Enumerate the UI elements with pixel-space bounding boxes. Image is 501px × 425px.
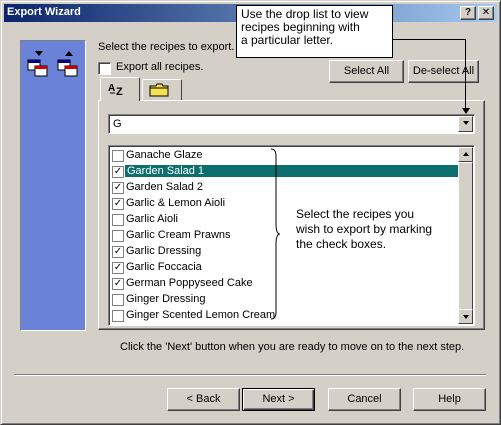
- checkbox-annotation: Select the recipes you wish to export by…: [296, 207, 432, 252]
- export-all-checkbox[interactable]: [98, 62, 111, 75]
- close-button[interactable]: ✕: [478, 6, 494, 20]
- callout-arrow-icon: [462, 108, 470, 114]
- help-button[interactable]: Help: [413, 388, 486, 411]
- scroll-down-icon: [463, 315, 469, 319]
- letter-filter-combo[interactable]: G: [108, 114, 475, 134]
- recipe-name: Garden Salad 2: [126, 181, 204, 193]
- callout-line-3: a particular letter.: [241, 33, 334, 47]
- scroll-up-icon: [463, 152, 469, 156]
- recipe-name: Ganache Glaze: [126, 149, 203, 161]
- footer-separator: [14, 374, 486, 376]
- recipe-name: Garlic Cream Prawns: [126, 229, 231, 241]
- export-all-label[interactable]: Export all recipes.: [116, 61, 203, 73]
- recipe-checkbox[interactable]: ✓: [112, 246, 124, 258]
- annotation-brace: [270, 148, 280, 320]
- dropdown-button[interactable]: [458, 116, 473, 132]
- list-item[interactable]: Ginger Dressing: [111, 292, 460, 308]
- scroll-down-button[interactable]: [458, 309, 473, 324]
- export-down-icon: [27, 51, 48, 77]
- folder-icon: [149, 83, 169, 97]
- list-item[interactable]: ✓ Garden Salad 1: [111, 164, 460, 180]
- list-item[interactable]: Ganache Glaze: [111, 148, 460, 164]
- next-hint-label: Click the 'Next' button when you are rea…: [120, 341, 465, 353]
- droplist-callout: Use the drop list to view recipes beginn…: [236, 5, 393, 58]
- annotation-line-2: wish to export by marking: [296, 222, 433, 236]
- wizard-side-panel: [20, 40, 86, 331]
- recipe-checkbox[interactable]: ✓: [112, 262, 124, 274]
- recipe-name: Ginger Scented Lemon Cream: [126, 309, 276, 321]
- callout-pointer-v: [465, 39, 466, 111]
- list-scrollbar[interactable]: [458, 147, 473, 324]
- annotation-line-3: the check boxes.: [296, 237, 387, 251]
- callout-pointer-h: [393, 39, 466, 40]
- recipe-checkbox[interactable]: ✓: [112, 182, 124, 194]
- recipe-name: Garden Salad 1: [125, 165, 460, 177]
- recipe-checkbox[interactable]: ✓: [112, 166, 124, 178]
- recipe-name: Garlic Foccacia: [126, 261, 202, 273]
- recipe-checkbox[interactable]: [112, 230, 124, 242]
- recipe-checkbox[interactable]: [112, 214, 124, 226]
- recipe-checkbox[interactable]: [112, 310, 124, 322]
- scroll-up-button[interactable]: [458, 147, 473, 162]
- select-recipes-label: Select the recipes to export.: [98, 41, 235, 53]
- svg-text:A: A: [108, 83, 115, 94]
- recipe-checkbox[interactable]: ✓: [112, 198, 124, 210]
- scroll-thumb[interactable]: [458, 162, 473, 310]
- recipe-name: Garlic Aioli: [126, 213, 178, 225]
- list-item[interactable]: ✓ German Poppyseed Cake: [111, 276, 460, 292]
- back-button[interactable]: < Back: [167, 388, 240, 411]
- window-title: Export Wizard: [7, 6, 81, 18]
- tab-alphabetical[interactable]: A Z: [100, 77, 140, 101]
- az-sort-icon: A Z: [108, 83, 123, 96]
- recipe-name: Garlic Dressing: [126, 245, 202, 257]
- help-title-button[interactable]: ?: [460, 6, 476, 20]
- select-all-button[interactable]: Select All: [329, 60, 404, 83]
- deselect-all-button[interactable]: De-select All: [408, 60, 479, 83]
- export-up-icon: [57, 51, 78, 77]
- svg-text:Z: Z: [116, 86, 123, 96]
- list-item[interactable]: ✓ Garlic Foccacia: [111, 260, 460, 276]
- tab-category[interactable]: [142, 79, 182, 100]
- recipe-checkbox[interactable]: [112, 294, 124, 306]
- recipe-checkbox[interactable]: [112, 150, 124, 162]
- cancel-button[interactable]: Cancel: [328, 388, 401, 411]
- recipe-name: Ginger Dressing: [126, 293, 206, 305]
- letter-filter-value: G: [113, 118, 122, 130]
- recipe-checkbox[interactable]: ✓: [112, 278, 124, 290]
- list-item[interactable]: Ginger Scented Lemon Cream: [111, 308, 460, 324]
- annotation-line-1: Select the recipes you: [296, 207, 415, 221]
- recipe-name: Garlic & Lemon Aioli: [126, 197, 226, 209]
- recipe-name: German Poppyseed Cake: [126, 277, 253, 289]
- next-button[interactable]: Next >: [242, 388, 315, 411]
- list-item[interactable]: ✓ Garden Salad 2: [111, 180, 460, 196]
- chevron-down-icon: [463, 121, 469, 125]
